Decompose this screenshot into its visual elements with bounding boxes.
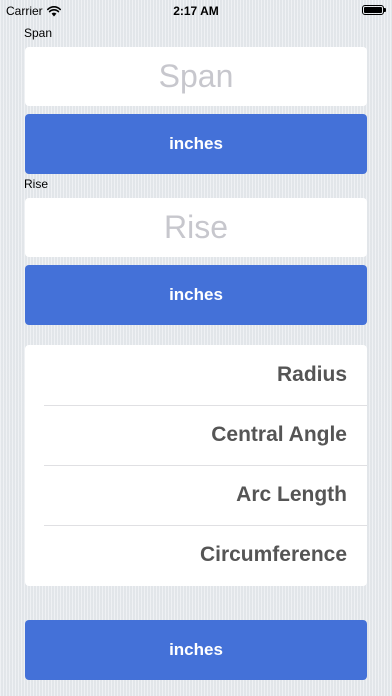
rise-input[interactable] [25, 198, 367, 257]
output-unit-button[interactable]: inches [25, 620, 367, 680]
result-row-circumference[interactable]: Circumference [25, 525, 367, 585]
results-list: Radius Central Angle Arc Length Circumfe… [25, 345, 367, 586]
result-row-radius[interactable]: Radius [25, 345, 367, 405]
span-label: Span [24, 26, 53, 40]
result-row-arc-length[interactable]: Arc Length [25, 465, 367, 525]
rise-label: Rise [24, 177, 49, 191]
status-bar: Carrier 2:17 AM [0, 0, 392, 22]
status-time: 2:17 AM [173, 4, 219, 18]
rise-unit-button[interactable]: inches [25, 265, 367, 325]
span-unit-button[interactable]: inches [25, 114, 367, 174]
result-row-central-angle[interactable]: Central Angle [25, 405, 367, 465]
span-input[interactable] [25, 47, 367, 106]
battery-full-icon [362, 5, 386, 15]
